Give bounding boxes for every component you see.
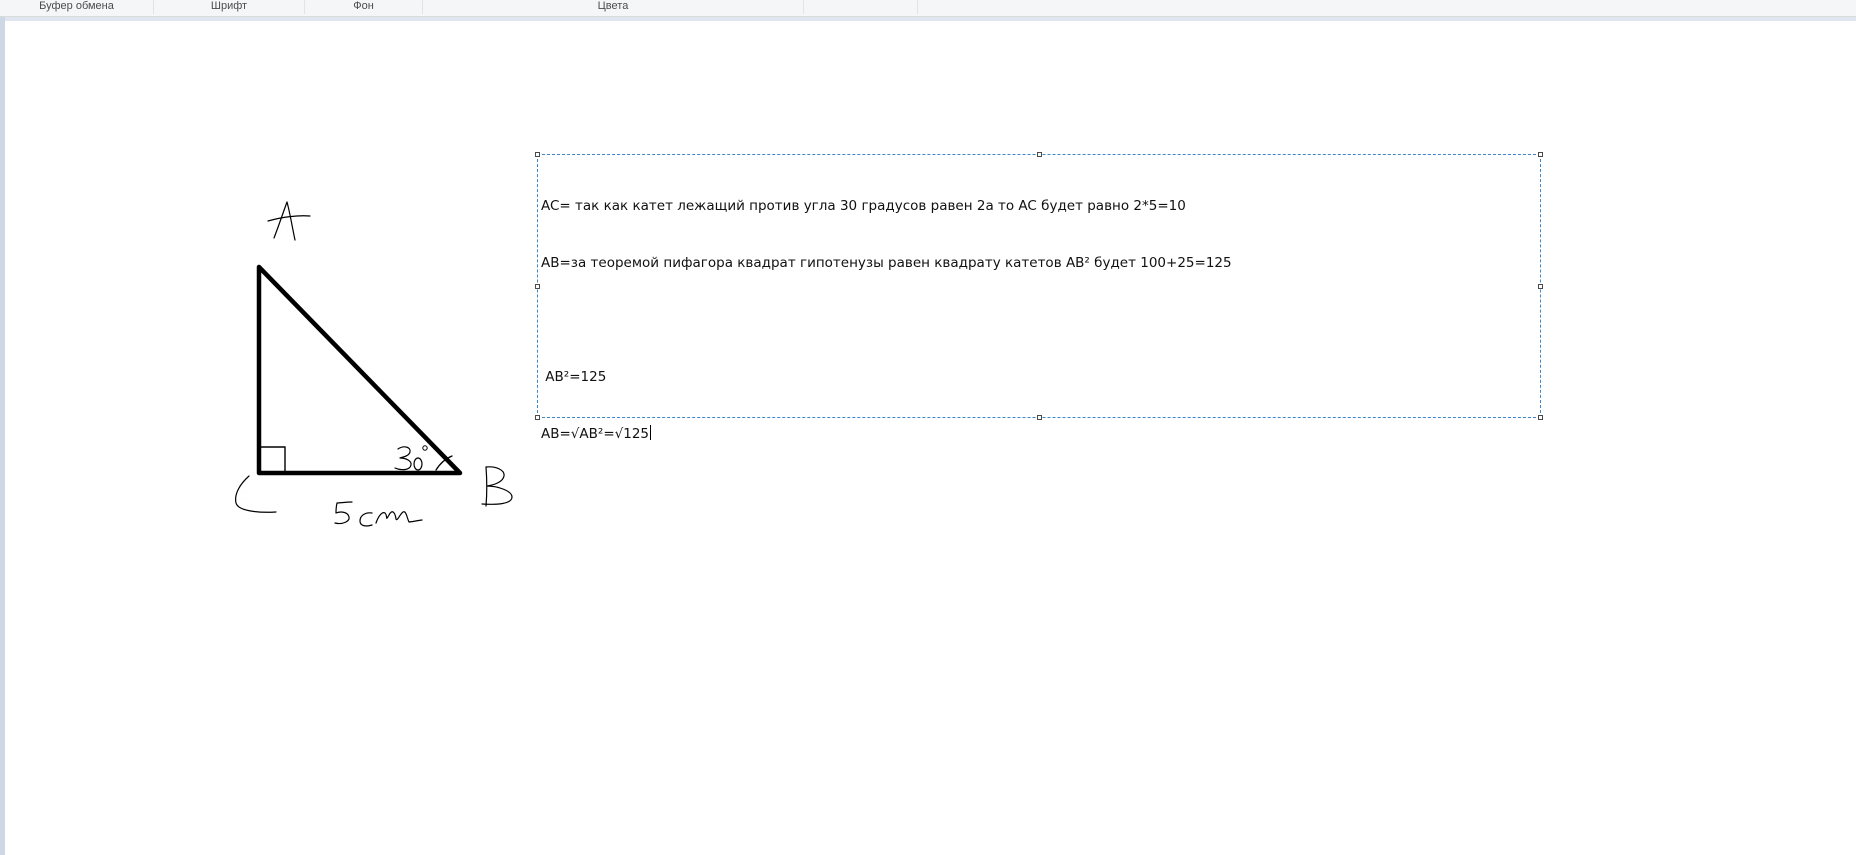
text-line: AB²=125 (541, 369, 607, 385)
text-line: AB=√AB²=√125 (541, 426, 649, 442)
angle-label: 30° (396, 455, 417, 469)
resize-handle-top[interactable] (1037, 152, 1042, 157)
text-line: AB=за теоремой пифагора квадрат гипотену… (541, 255, 1232, 271)
vertex-a-sketch (267, 201, 311, 241)
right-angle-mark (259, 446, 286, 473)
text-line-with-caret: AB=√AB²=√125 (541, 425, 1232, 444)
vertex-a-label: A (280, 221, 289, 235)
text-caret (650, 425, 651, 440)
text-box-selection[interactable]: AC= так как катет лежащий против угла 30… (535, 152, 1543, 442)
resize-handle-right[interactable] (1538, 284, 1543, 289)
text-line: AC= так как катет лежащий против угла 30… (541, 198, 1186, 214)
vertex-b-label: B (490, 484, 498, 498)
side-label-cm-sketch (359, 511, 423, 527)
vertex-c-label: C (240, 489, 248, 503)
degree-sign-sketch (422, 445, 428, 451)
resize-handle-bottom-left[interactable] (535, 415, 540, 420)
resize-handle-left[interactable] (535, 284, 540, 289)
resize-handle-top-right[interactable] (1538, 152, 1543, 157)
resize-handle-top-left[interactable] (535, 152, 540, 157)
side-cb-label: 5 см (340, 511, 367, 525)
resize-handle-bottom-right[interactable] (1538, 415, 1543, 420)
text-line: ​ (541, 311, 1232, 330)
triangle-outline (256, 264, 463, 476)
text-box-content[interactable]: AC= так как катет лежащий против угла 30… (541, 159, 1232, 482)
